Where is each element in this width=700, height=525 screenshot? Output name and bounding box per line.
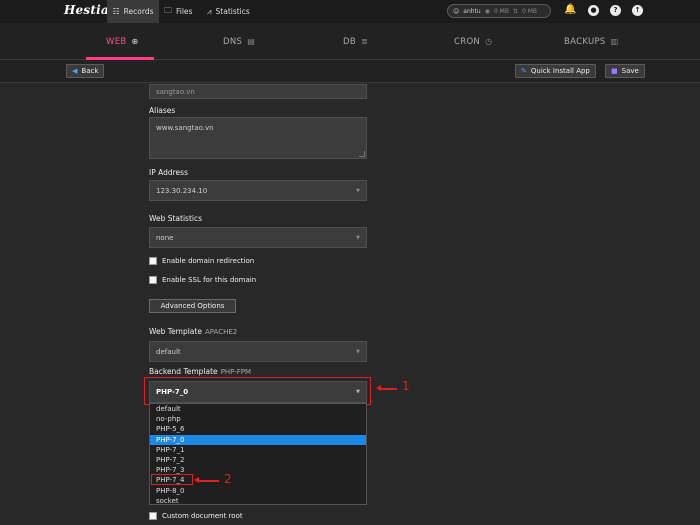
hestia-logo[interactable]: Hestia — [64, 3, 109, 17]
backend-template-label-text: Backend Template — [149, 367, 218, 376]
dropdown-option[interactable]: PHP-5_6 — [150, 424, 366, 434]
database-icon: ≣ — [360, 37, 368, 46]
floppy-icon: ■ — [611, 67, 618, 75]
web-statistics-select[interactable]: none ▼ — [149, 227, 367, 248]
top-bar: Hestia ☷ Records 🗀 Files ⩘ Statistics ☺ … — [0, 0, 700, 23]
ssl-checkbox[interactable] — [149, 276, 157, 284]
tab-web[interactable]: WEB ⊕ — [106, 23, 139, 60]
annotation-number-1: 1 — [402, 379, 410, 393]
tab-bar: WEB ⊕ DNS ▤ DB ≣ CRON ◷ BACKUPS ▥ — [0, 23, 700, 60]
web-template-value: default — [156, 347, 181, 356]
back-button[interactable]: ◀ Back — [66, 64, 105, 78]
redirect-option[interactable]: Enable domain redirection — [149, 257, 254, 265]
ip-address-select[interactable]: 123.30.234.10 ▼ — [149, 180, 367, 201]
domain-field[interactable]: sangtao.vn — [149, 84, 367, 99]
tab-db-label: DB — [343, 36, 356, 47]
annotation-box-1 — [144, 377, 371, 405]
nav-statistics[interactable]: ⩘ Statistics — [207, 0, 250, 23]
globe-icon: ⊕ — [131, 37, 139, 46]
arrow-left-icon: ◀ — [72, 67, 78, 75]
edit-domain-form: sangtao.vn Aliases www.sangtao.vn IP Add… — [0, 84, 700, 525]
web-template-sub: APACHE2 — [204, 328, 238, 336]
tab-dns-label: DNS — [223, 36, 243, 47]
dns-icon: ▤ — [247, 37, 256, 46]
chevron-down-icon: ▼ — [356, 348, 360, 355]
archive-icon: ▥ — [610, 37, 619, 46]
advanced-options-button[interactable]: Advanced Options — [149, 299, 236, 313]
username: anhtu — [463, 7, 481, 15]
back-label: Back — [81, 67, 99, 75]
bell-icon[interactable]: 🔔 — [564, 4, 576, 15]
tab-db[interactable]: DB ≣ — [343, 23, 368, 60]
annotation-number-2: 2 — [224, 472, 232, 486]
dropdown-option[interactable]: PHP-7_0 — [150, 434, 366, 445]
tab-dns[interactable]: DNS ▤ — [223, 23, 255, 60]
magic-wand-icon: ✎ — [521, 67, 527, 75]
user-usage-pill[interactable]: ☺ anhtu ◉ 0 MB ⇅ 0 MB — [447, 4, 551, 18]
chevron-down-icon: ▼ — [356, 187, 360, 194]
disk-usage: 0 MB — [493, 7, 509, 15]
dropdown-option[interactable]: socket — [150, 496, 366, 504]
help-icon[interactable]: ? — [610, 5, 621, 16]
dropdown-option[interactable]: PHP-8_0 — [150, 486, 366, 496]
backend-template-sub: PHP-FPM — [220, 368, 252, 376]
tab-backups-label: BACKUPS — [564, 36, 606, 47]
annotation-arrow-1 — [376, 385, 397, 391]
web-template-label-text: Web Template — [149, 327, 202, 336]
chart-icon: ⩘ — [207, 6, 212, 16]
bandwidth-usage: 0 MB — [522, 7, 538, 15]
backend-template-dropdown[interactable]: default no-php PHP-5_6 PHP-7_0 PHP-7_1 PHP-7_… — [149, 403, 367, 505]
nav-files-label: Files — [176, 7, 193, 16]
dropdown-option[interactable]: default — [150, 404, 366, 414]
dropdown-option[interactable]: no-php — [150, 414, 366, 424]
dropdown-option[interactable]: PHP-7_2 — [150, 455, 366, 465]
web-template-select[interactable]: default ▼ — [149, 341, 367, 362]
tab-cron-label: CRON — [454, 36, 481, 47]
redirect-label: Enable domain redirection — [162, 257, 255, 265]
resize-handle[interactable] — [359, 151, 365, 157]
custom-root-checkbox[interactable] — [149, 512, 157, 520]
tab-web-label: WEB — [106, 36, 127, 47]
aliases-label: Aliases — [149, 106, 176, 115]
quick-install-button[interactable]: ✎ Quick Install App — [515, 64, 596, 78]
custom-root-option[interactable]: Custom document root — [149, 512, 243, 520]
tab-backups[interactable]: BACKUPS ▥ — [564, 23, 618, 60]
folder-icon: 🗀 — [164, 5, 172, 15]
web-statistics-label: Web Statistics — [149, 214, 203, 223]
toolbar: ◀ Back ✎ Quick Install App ■ Save — [0, 60, 700, 83]
user-icon-small: ☺ — [453, 7, 460, 15]
nav-records-label: Records — [123, 7, 154, 16]
user-icon[interactable]: ● — [588, 5, 599, 16]
ssl-label: Enable SSL for this domain — [162, 276, 257, 284]
quick-install-label: Quick Install App — [530, 67, 590, 75]
save-button[interactable]: ■ Save — [605, 64, 645, 78]
backend-template-label: Backend Template PHP-FPM — [149, 367, 251, 376]
custom-root-label: Custom document root — [162, 512, 243, 520]
ssl-option[interactable]: Enable SSL for this domain — [149, 276, 256, 284]
nav-files[interactable]: 🗀 Files — [164, 0, 192, 23]
chevron-down-icon: ▼ — [356, 234, 360, 241]
annotation-arrow-2 — [194, 477, 219, 483]
logout-icon[interactable]: ↑ — [632, 5, 643, 16]
aliases-textarea[interactable]: www.sangtao.vn — [149, 117, 367, 159]
nav-records[interactable]: ☷ Records — [107, 0, 159, 23]
ip-address-value: 123.30.234.10 — [156, 186, 208, 195]
web-statistics-value: none — [156, 233, 174, 242]
tab-cron[interactable]: CRON ◷ — [454, 23, 492, 60]
disk-icon: ◉ — [484, 7, 490, 15]
ip-address-label: IP Address — [149, 168, 188, 177]
clock-icon: ◷ — [485, 37, 493, 46]
nav-statistics-label: Statistics — [215, 7, 250, 16]
save-label: Save — [621, 67, 639, 75]
dropdown-option[interactable]: PHP-7_1 — [150, 445, 366, 455]
redirect-checkbox[interactable] — [149, 257, 157, 265]
list-icon: ☷ — [112, 7, 120, 16]
aliases-value: www.sangtao.vn — [156, 124, 214, 132]
web-template-label: Web Template APACHE2 — [149, 327, 237, 336]
bandwidth-icon: ⇅ — [512, 7, 519, 15]
annotation-box-2 — [151, 474, 193, 485]
domain-value: sangtao.vn — [156, 87, 195, 96]
